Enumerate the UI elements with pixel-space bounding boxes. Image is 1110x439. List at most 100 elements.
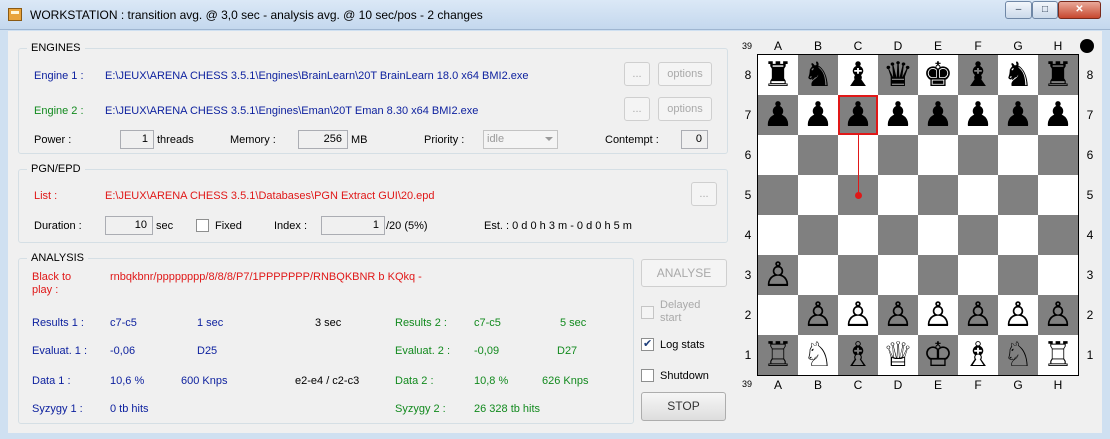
square-a6[interactable] (758, 135, 798, 175)
square-e3[interactable] (918, 255, 958, 295)
square-c8[interactable]: ♝ (838, 55, 878, 95)
square-a7[interactable]: ♟ (758, 95, 798, 135)
index-field[interactable]: 1 (321, 216, 385, 235)
square-f1[interactable]: ♗ (958, 335, 998, 375)
square-f4[interactable] (958, 215, 998, 255)
square-b3[interactable] (798, 255, 838, 295)
square-f8[interactable]: ♝ (958, 55, 998, 95)
chess-piece: ♙ (762, 255, 794, 295)
square-f5[interactable] (958, 175, 998, 215)
file-label-d: D (893, 39, 903, 53)
square-c4[interactable] (838, 215, 878, 255)
square-h3[interactable] (1038, 255, 1078, 295)
square-e2[interactable]: ♙ (918, 295, 958, 335)
square-b4[interactable] (798, 215, 838, 255)
square-b1[interactable]: ♘ (798, 335, 838, 375)
list-browse-button[interactable]: ... (691, 182, 717, 206)
square-h5[interactable] (1038, 175, 1078, 215)
analysis-title: ANALYSIS (27, 252, 88, 264)
square-b7[interactable]: ♟ (798, 95, 838, 135)
square-e1[interactable]: ♔ (918, 335, 958, 375)
maximize-button[interactable]: □ (1032, 1, 1058, 19)
square-b6[interactable] (798, 135, 838, 175)
square-a3[interactable]: ♙ (758, 255, 798, 295)
square-e5[interactable] (918, 175, 958, 215)
data1-nps: 600 Knps (181, 375, 228, 387)
square-d7[interactable]: ♟ (878, 95, 918, 135)
square-d4[interactable] (878, 215, 918, 255)
chess-piece: ♗ (962, 335, 994, 375)
square-h1[interactable]: ♖ (1038, 335, 1078, 375)
square-h2[interactable]: ♙ (1038, 295, 1078, 335)
square-f6[interactable] (958, 135, 998, 175)
list-path: E:\JEUX\ARENA CHESS 3.5.1\Databases\PGN … (105, 190, 435, 202)
shutdown-checkbox[interactable] (641, 369, 654, 382)
square-h6[interactable] (1038, 135, 1078, 175)
square-d8[interactable]: ♛ (878, 55, 918, 95)
memory-field[interactable]: 256 (298, 130, 348, 149)
square-a4[interactable] (758, 215, 798, 255)
mid-moves: e2-e4 / c2-c3 (295, 375, 360, 387)
square-f2[interactable]: ♙ (958, 295, 998, 335)
square-e4[interactable] (918, 215, 958, 255)
square-c2[interactable]: ♙ (838, 295, 878, 335)
square-g2[interactable]: ♙ (998, 295, 1038, 335)
square-d5[interactable] (878, 175, 918, 215)
square-h4[interactable] (1038, 215, 1078, 255)
square-g4[interactable] (998, 215, 1038, 255)
chess-piece: ♞ (1002, 55, 1034, 95)
stop-button[interactable]: STOP (641, 392, 726, 421)
analyse-button[interactable]: ANALYSE (641, 259, 727, 287)
close-button[interactable]: ✕ (1058, 1, 1101, 19)
engine2-options-button[interactable]: options (658, 97, 712, 121)
threads-field[interactable]: 1 (120, 130, 154, 149)
engine2-browse-button[interactable]: ... (624, 97, 650, 121)
square-f3[interactable] (958, 255, 998, 295)
square-d1[interactable]: ♕ (878, 335, 918, 375)
square-e8[interactable]: ♚ (918, 55, 958, 95)
delayed-start-checkbox[interactable] (641, 306, 654, 319)
chess-piece: ♕ (882, 335, 914, 375)
rank-label-8: 8 (744, 68, 752, 82)
square-g3[interactable] (998, 255, 1038, 295)
priority-value: idle (487, 133, 505, 145)
square-g8[interactable]: ♞ (998, 55, 1038, 95)
file-label-f: F (974, 378, 982, 392)
square-h7[interactable]: ♟ (1038, 95, 1078, 135)
square-d6[interactable] (878, 135, 918, 175)
square-b2[interactable]: ♙ (798, 295, 838, 335)
square-e7[interactable]: ♟ (918, 95, 958, 135)
square-a5[interactable] (758, 175, 798, 215)
duration-unit: sec (156, 220, 174, 232)
square-e6[interactable] (918, 135, 958, 175)
square-g6[interactable] (998, 135, 1038, 175)
minimize-button[interactable]: – (1005, 1, 1032, 19)
square-h8[interactable]: ♜ (1038, 55, 1078, 95)
move-from-highlight (838, 95, 878, 135)
engine1-options-button[interactable]: options (658, 62, 712, 86)
square-a1[interactable]: ♖ (758, 335, 798, 375)
square-g7[interactable]: ♟ (998, 95, 1038, 135)
analysis-group: ANALYSIS Black to play : rnbqkbnr/pppppp… (18, 252, 634, 424)
chess-piece: ♔ (922, 335, 954, 375)
square-g5[interactable] (998, 175, 1038, 215)
square-c1[interactable]: ♗ (838, 335, 878, 375)
contempt-field[interactable]: 0 (681, 130, 708, 149)
chess-board[interactable]: ♜ ♞ ♝ ♛ ♚ ♝ ♞ ♜ ♟ ♟ ♟ ♟ ♟ ♟ ♟ ♟ ♙ ♙ ♙ ♙ ♙ ♙ ♙ ♙ ♖ ♘ ♗ ♕ ♔ ♗ ♘ ♖ (757, 54, 1079, 376)
square-c3[interactable] (838, 255, 878, 295)
duration-field[interactable]: 10 (105, 216, 153, 235)
square-f7[interactable]: ♟ (958, 95, 998, 135)
square-a8[interactable]: ♜ (758, 55, 798, 95)
priority-select[interactable]: idle (483, 130, 558, 149)
square-b5[interactable] (798, 175, 838, 215)
square-d2[interactable]: ♙ (878, 295, 918, 335)
fixed-checkbox[interactable] (196, 219, 209, 232)
engine1-browse-button[interactable]: ... (624, 62, 650, 86)
eval2-depth: D27 (557, 345, 578, 357)
square-d3[interactable] (878, 255, 918, 295)
square-g1[interactable]: ♘ (998, 335, 1038, 375)
log-stats-checkbox[interactable] (641, 337, 654, 351)
square-b8[interactable]: ♞ (798, 55, 838, 95)
file-label-g: G (1013, 39, 1023, 53)
square-a2[interactable] (758, 295, 798, 335)
